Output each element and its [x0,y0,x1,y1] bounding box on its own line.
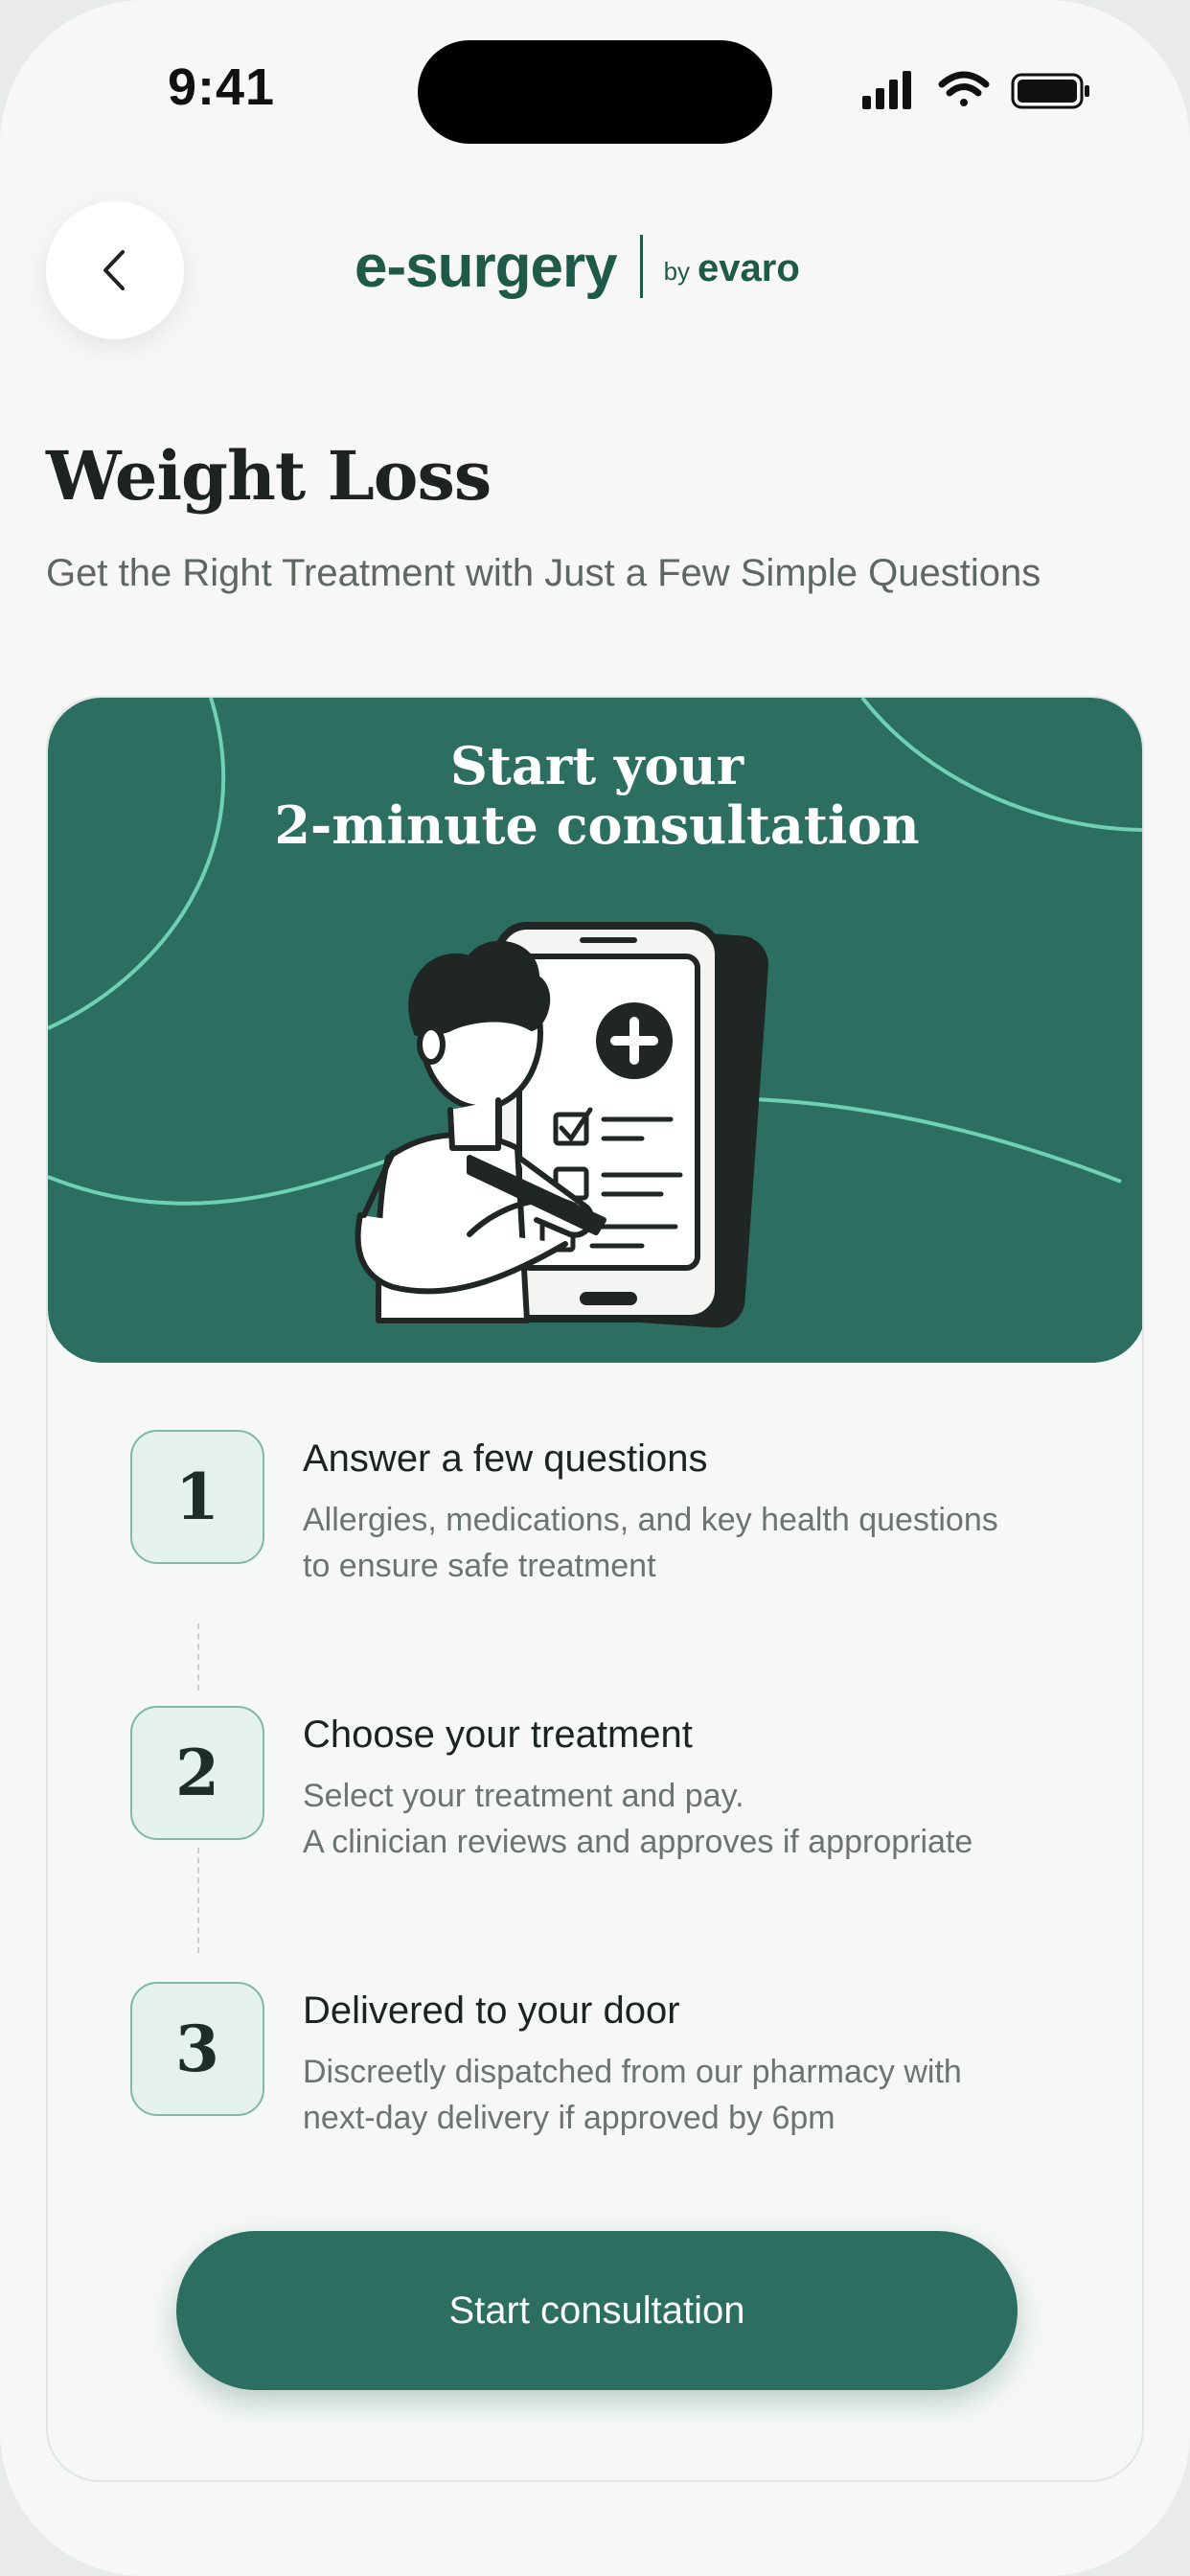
battery-icon [1011,73,1089,109]
start-consultation-button[interactable]: Start consultation [176,2231,1018,2390]
step-connector [197,1848,199,1953]
logo-sub-text: evaro [698,246,800,289]
step-title: Answer a few questions [303,1438,708,1480]
consultation-card: Start your 2-minute consultation 1 Answe… [46,696,1144,2482]
hero-title-line2: 2-minute consultation [274,794,920,856]
step-description-line: next-day delivery if approved by 6pm [303,2100,835,2136]
wifi-icon [938,71,990,106]
step-description: Discreetly dispatched from our pharmacy … [303,2049,1088,2141]
step-description: Select your treatment and pay. A clinici… [303,1773,1088,1865]
step-number-badge: 1 [130,1430,264,1564]
status-icons [862,71,1089,109]
status-time: 9:41 [168,58,276,116]
step-description-line: A clinician reviews and approves if appr… [303,1824,973,1860]
step-number-badge: 3 [130,1982,264,2116]
brand-logo: e-surgery by evaro [355,228,800,305]
phone-screen: 9:41 e-surgery by evaro Weight Loss Get … [0,0,1190,2576]
back-button[interactable] [46,201,184,339]
hero-title: Start your 2-minute consultation [48,735,1142,856]
logo-main-text: e-surgery [355,233,618,300]
step-description-line: to ensure safe treatment [303,1548,656,1584]
step-description-line: Allergies, medications, and key health q… [303,1502,998,1538]
page-subtitle: Get the Right Treatment with Just a Few … [46,552,1041,594]
step-title: Delivered to your door [303,1990,680,2032]
step-title: Choose your treatment [303,1714,693,1756]
hero-banner: Start your 2-minute consultation [48,698,1142,1363]
step-description-line: Discreetly dispatched from our pharmacy … [303,2054,962,2090]
page-title: Weight Loss [46,436,492,516]
step-description: Allergies, medications, and key health q… [303,1497,1088,1589]
signal-icon [862,71,911,109]
hero-title-line1: Start your [449,735,744,796]
dynamic-island [418,40,772,144]
chevron-left-icon [103,250,125,290]
logo-by-text: by [663,256,691,286]
step-connector [197,1623,199,1690]
step-number-badge: 2 [130,1706,264,1840]
step-description-line: Select your treatment and pay. [303,1778,744,1814]
logo-divider [639,235,643,298]
